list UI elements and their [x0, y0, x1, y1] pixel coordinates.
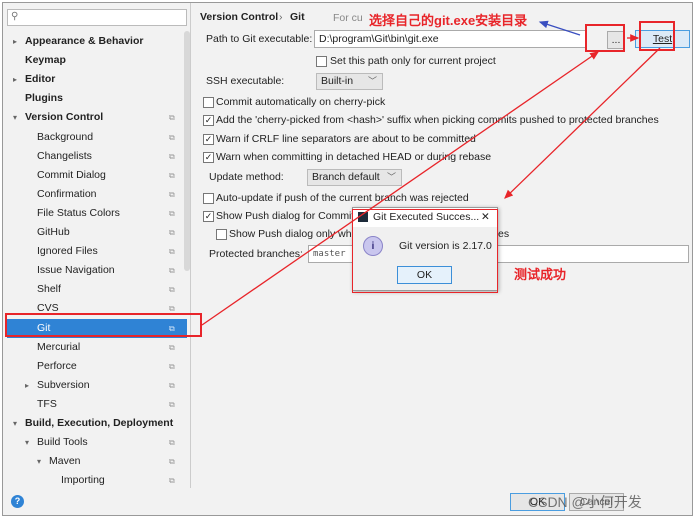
- arrow-test-to-dialog: [504, 47, 661, 199]
- arrow-to-label: [538, 20, 581, 36]
- arrow-git-to-browse: [201, 51, 600, 326]
- annotation-arrows: [201, 20, 661, 326]
